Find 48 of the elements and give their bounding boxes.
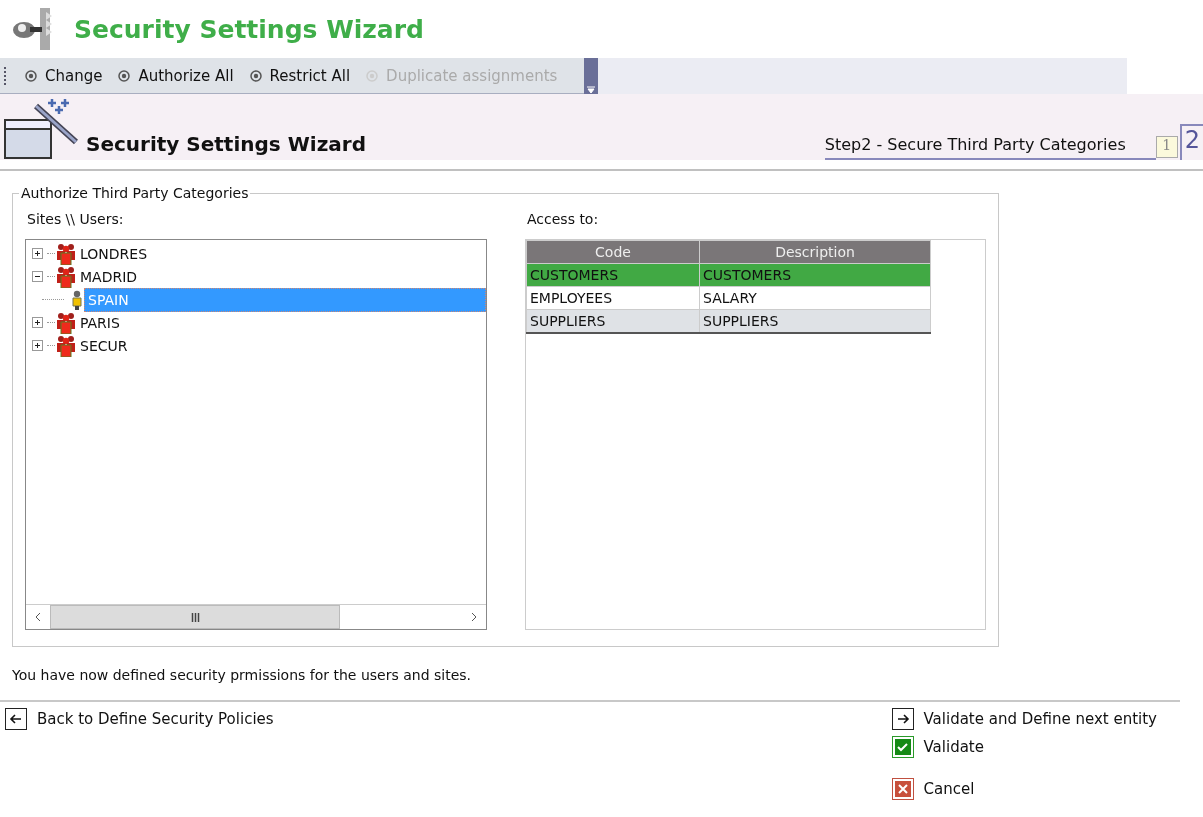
horizontal-scrollbar[interactable] bbox=[26, 604, 486, 629]
back-link[interactable]: Back to Define Security Policies bbox=[5, 708, 274, 730]
toolbar-button[interactable]: Change bbox=[25, 66, 103, 85]
step-title: Step2 - Secure Third Party Categories bbox=[824, 135, 1156, 160]
users-icon bbox=[55, 265, 77, 288]
users-icon bbox=[55, 311, 77, 334]
scroll-left-icon[interactable] bbox=[35, 612, 41, 622]
tree-item[interactable]: SECUR bbox=[77, 334, 131, 357]
grip-icon bbox=[190, 612, 200, 622]
scroll-right-icon[interactable] bbox=[471, 612, 477, 622]
validate-link[interactable]: Validate bbox=[891, 736, 1157, 758]
collapse-toggle[interactable] bbox=[32, 271, 43, 282]
radio-bullet-icon bbox=[249, 69, 262, 82]
table-cell[interactable]: CUSTOMERS bbox=[699, 263, 931, 287]
table-cell[interactable]: SUPPLIERS bbox=[526, 309, 700, 333]
check-icon bbox=[891, 736, 914, 758]
table-cell[interactable]: SALARY bbox=[699, 286, 931, 310]
cancel-icon bbox=[891, 778, 914, 800]
toolbar-button[interactable]: Authorize All bbox=[118, 66, 234, 85]
users-icon bbox=[55, 334, 77, 357]
expand-toggle[interactable] bbox=[32, 340, 43, 351]
wizard-title: Security Settings Wizard bbox=[86, 132, 366, 156]
expand-toggle[interactable] bbox=[32, 317, 43, 328]
radio-bullet-icon bbox=[25, 69, 37, 82]
column-header[interactable]: Description bbox=[699, 240, 931, 264]
table-cell[interactable]: CUSTOMERS bbox=[526, 263, 700, 287]
cancel-link[interactable]: Cancel bbox=[891, 778, 1157, 800]
toolbar-overflow-button[interactable] bbox=[584, 58, 598, 94]
radio-bullet-icon bbox=[366, 69, 379, 82]
users-icon bbox=[55, 242, 77, 265]
table-cell[interactable]: EMPLOYEES bbox=[526, 286, 700, 310]
tree-label: Sites \\ Users: bbox=[27, 211, 125, 227]
expand-toggle[interactable] bbox=[32, 248, 43, 259]
tree-item[interactable]: MADRID bbox=[77, 265, 141, 288]
radio-bullet-icon bbox=[118, 69, 131, 82]
tree-item[interactable]: LONDRES bbox=[77, 242, 151, 265]
tree-item[interactable]: PARIS bbox=[77, 311, 123, 334]
toolbar-grip[interactable] bbox=[4, 66, 9, 85]
toolbar-button[interactable]: Restrict All bbox=[249, 66, 351, 85]
user-icon bbox=[70, 289, 84, 310]
step-tab[interactable]: 2 bbox=[1179, 124, 1203, 160]
group-legend: Authorize Third Party Categories bbox=[19, 185, 251, 201]
next-link[interactable]: Validate and Define next entity bbox=[891, 708, 1157, 730]
table-cell[interactable]: SUPPLIERS bbox=[699, 309, 931, 333]
column-header[interactable]: Code bbox=[526, 240, 700, 264]
status-message: You have now defined security prmissions for the users and sites. bbox=[12, 667, 473, 683]
access-label: Access to: bbox=[527, 211, 600, 227]
app-title: Security Settings Wizard bbox=[74, 14, 424, 44]
